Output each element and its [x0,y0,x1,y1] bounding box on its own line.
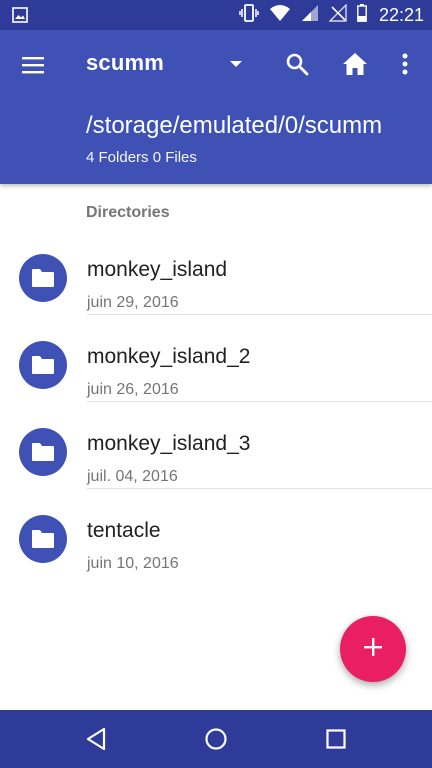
chevron-down-icon [230,55,243,73]
status-bar: 22:21 [0,0,432,30]
folder-date: juin 10, 2016 [87,555,179,572]
folder-date: juin 26, 2016 [87,381,179,398]
add-icon [363,637,383,662]
folder-icon [19,428,67,476]
no-signal-icon [328,2,347,27]
image-notification-icon [12,7,28,28]
menu-icon[interactable] [20,52,46,78]
app-title: scumm [86,50,165,75]
folder-file-count: 4 Folders 0 Files [86,149,197,166]
search-icon[interactable] [281,48,313,80]
app-bar: scumm /storage/emulated/0/scumm 4 Folder… [0,30,432,184]
folder-icon [19,254,67,302]
home-icon[interactable] [339,48,371,80]
more-vert-icon[interactable] [389,48,421,80]
folder-icon [19,341,67,389]
recents-icon[interactable] [321,724,351,754]
folder-name: monkey_island_2 [87,345,251,368]
list-item[interactable]: monkey_island_2 juin 26, 2016 [0,315,432,402]
vibrate-icon [239,3,259,27]
folder-name: monkey_island_3 [87,432,251,455]
current-path: /storage/emulated/0/scumm [86,112,383,139]
list-item[interactable]: monkey_island juin 29, 2016 [0,228,432,315]
folder-date: juil. 04, 2016 [87,468,178,485]
status-time: 22:21 [378,4,424,25]
folder-icon [19,515,67,563]
status-icons: 22:21 [239,0,424,30]
section-header: Directories [86,204,170,221]
battery-icon [357,3,367,27]
list-item[interactable]: monkey_island_3 juil. 04, 2016 [0,402,432,489]
back-icon[interactable] [81,724,111,754]
title-dropdown[interactable]: scumm [86,50,243,76]
folder-name: tentacle [87,519,161,542]
folder-list: monkey_island juin 29, 2016 monkey_islan… [0,228,432,576]
cell-signal-icon [301,4,319,27]
navigation-bar [0,710,432,768]
add-button[interactable] [340,616,406,682]
home-circle-icon[interactable] [201,724,231,754]
list-item[interactable]: tentacle juin 10, 2016 [0,489,432,576]
folder-name: monkey_island [87,258,228,281]
wifi-icon [269,4,291,27]
folder-date: juin 29, 2016 [87,294,179,311]
